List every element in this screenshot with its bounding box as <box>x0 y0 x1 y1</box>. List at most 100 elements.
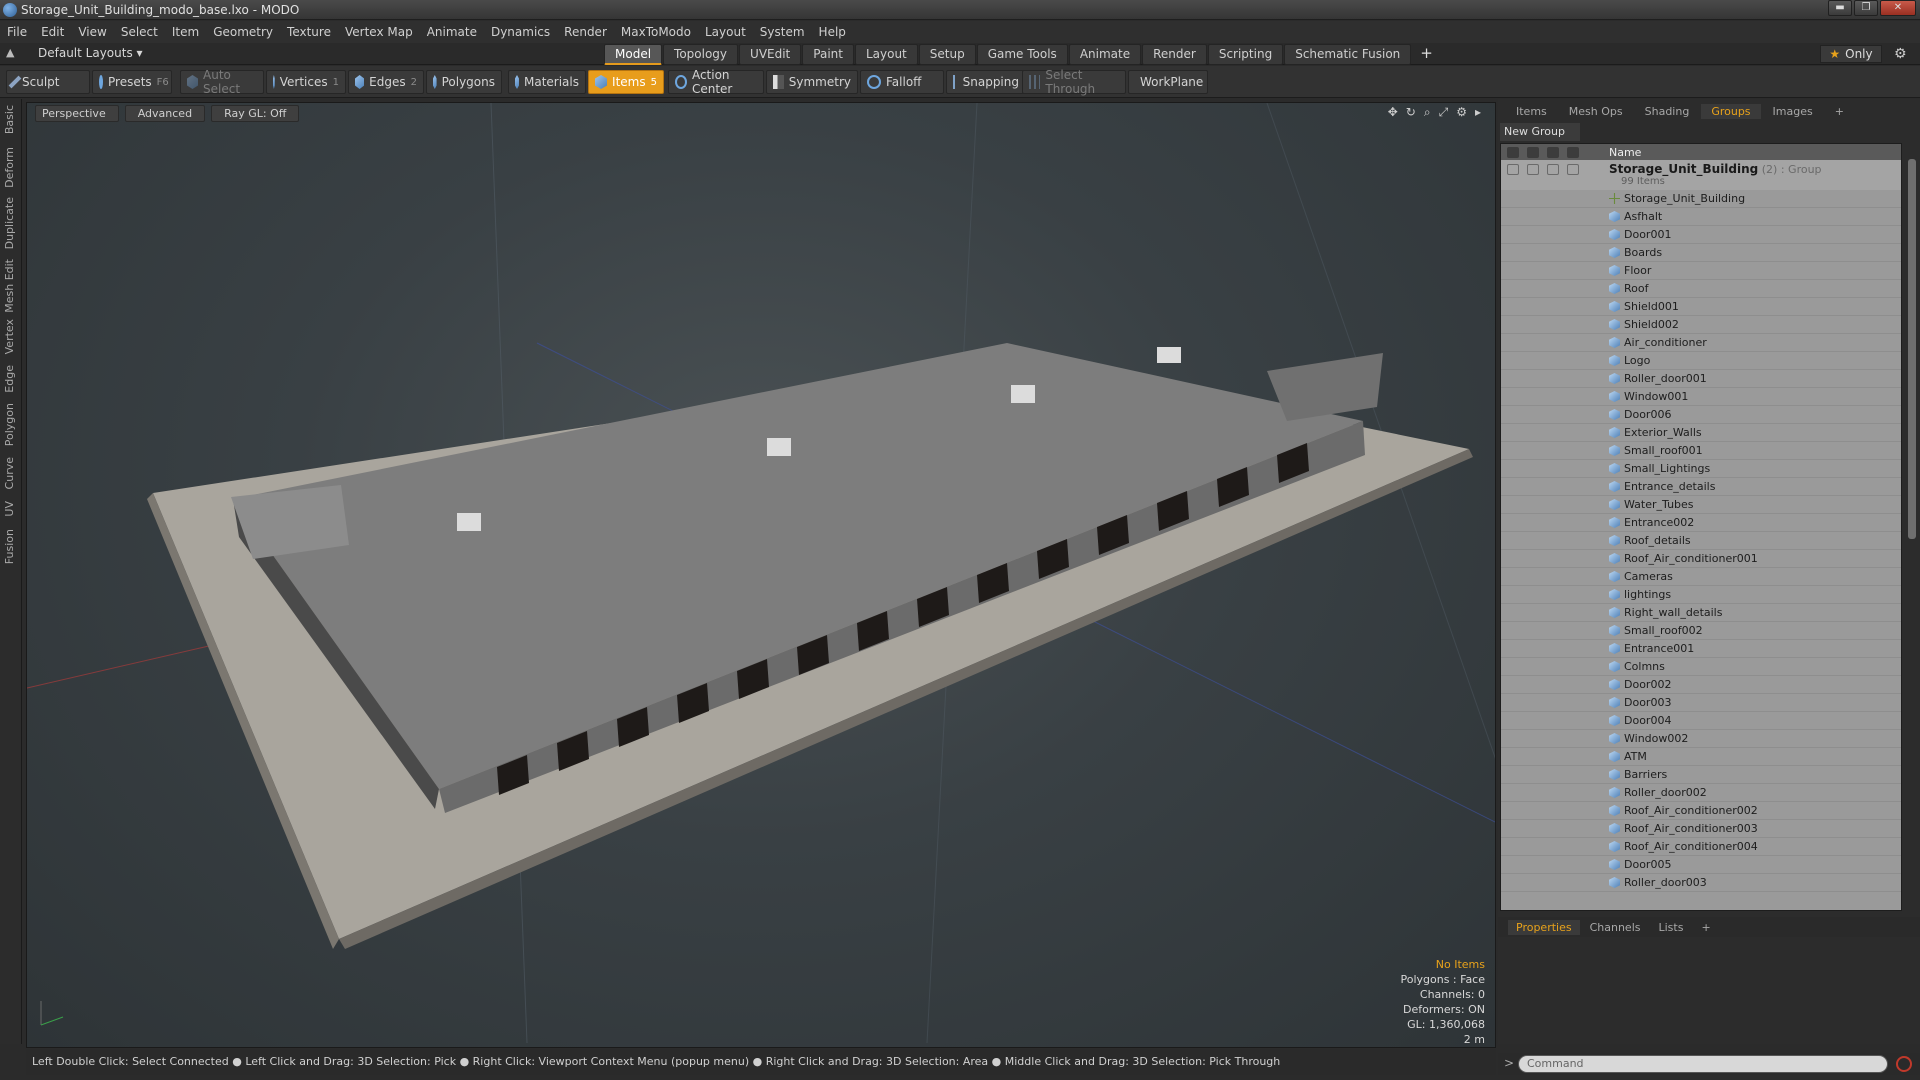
list-item[interactable]: Roller_door002 <box>1501 784 1901 802</box>
tab-schematic-fusion[interactable]: Schematic Fusion <box>1284 44 1412 65</box>
list-item[interactable]: Asfhalt <box>1501 208 1901 226</box>
sidetab-fusion[interactable]: Fusion <box>3 529 19 564</box>
list-item[interactable]: Small_roof002 <box>1501 622 1901 640</box>
select-column-icon[interactable] <box>1567 146 1579 158</box>
lock-toggle-icon[interactable] <box>1547 164 1559 175</box>
polygons-button[interactable]: Polygons <box>426 70 502 94</box>
viewport-menu-icon[interactable]: ▸ <box>1475 105 1481 120</box>
list-item[interactable]: Floor <box>1501 262 1901 280</box>
render-column-icon[interactable] <box>1527 146 1539 158</box>
list-item[interactable]: Window002 <box>1501 730 1901 748</box>
list-item[interactable]: Window001 <box>1501 388 1901 406</box>
new-group-button[interactable]: New Group <box>1500 123 1580 141</box>
sidetab-mesh-edit[interactable]: Mesh Edit <box>3 259 19 313</box>
list-item[interactable]: Air_conditioner <box>1501 334 1901 352</box>
menu-file[interactable]: File <box>0 25 34 39</box>
record-macro-icon[interactable] <box>1896 1056 1912 1072</box>
sculpt-button[interactable]: Sculpt <box>6 70 90 94</box>
tab-groups[interactable]: Groups <box>1701 103 1761 119</box>
workplane-button[interactable]: WorkPlane <box>1128 70 1208 94</box>
ray-gl-toggle[interactable]: Ray GL: Off <box>211 105 300 122</box>
tab-shading[interactable]: Shading <box>1635 104 1700 119</box>
default-layouts-dropdown[interactable]: Default Layouts ▾ <box>38 46 143 60</box>
sidetab-basic[interactable]: Basic <box>3 105 19 134</box>
list-item[interactable]: Entrance001 <box>1501 640 1901 658</box>
list-item[interactable]: Door006 <box>1501 406 1901 424</box>
only-button[interactable]: ★ Only <box>1820 45 1882 63</box>
list-item[interactable]: Roof_Air_conditioner001 <box>1501 550 1901 568</box>
tab-topology[interactable]: Topology <box>663 44 739 65</box>
list-item[interactable]: Right_wall_details <box>1501 604 1901 622</box>
tab-game-tools[interactable]: Game Tools <box>976 44 1068 65</box>
materials-button[interactable]: Materials <box>508 70 586 94</box>
falloff-button[interactable]: Falloff <box>860 70 944 94</box>
sidetab-polygon[interactable]: Polygon <box>3 403 19 446</box>
symmetry-button[interactable]: Symmetry <box>766 70 858 94</box>
sidetab-vertex[interactable]: Vertex <box>3 319 19 354</box>
tab-uvedit[interactable]: UVEdit <box>739 44 802 65</box>
tab-setup[interactable]: Setup <box>918 44 976 65</box>
menu-vertex-map[interactable]: Vertex Map <box>338 25 420 39</box>
menu-geometry[interactable]: Geometry <box>206 25 280 39</box>
list-item[interactable]: Entrance002 <box>1501 514 1901 532</box>
3d-viewport[interactable]: Perspective Advanced Ray GL: Off ✥ ↻ ⌕ ⤢… <box>26 102 1496 1048</box>
maximize-button[interactable]: ❐ <box>1854 0 1878 16</box>
list-item[interactable]: Roof <box>1501 280 1901 298</box>
list-item[interactable]: Roof_Air_conditioner003 <box>1501 820 1901 838</box>
auto-select-button[interactable]: Auto Select <box>180 68 264 96</box>
list-item[interactable]: Colmns <box>1501 658 1901 676</box>
list-item[interactable]: Shield002 <box>1501 316 1901 334</box>
tab-layout[interactable]: Layout <box>854 44 918 65</box>
tab-paint[interactable]: Paint <box>802 44 854 65</box>
lock-column-icon[interactable] <box>1547 146 1559 158</box>
advanced-dropdown[interactable]: Advanced <box>124 105 206 122</box>
sidetab-deform[interactable]: Deform <box>3 147 19 188</box>
tab-lists[interactable]: Lists <box>1651 920 1692 935</box>
menu-help[interactable]: Help <box>812 25 853 39</box>
menu-select[interactable]: Select <box>114 25 165 39</box>
tab-images[interactable]: Images <box>1763 104 1823 119</box>
select-through-button[interactable]: Select Through <box>1022 68 1126 96</box>
menu-system[interactable]: System <box>753 25 812 39</box>
items-button[interactable]: Items 5 <box>588 70 664 94</box>
layout-expand-icon[interactable]: ▲ <box>6 46 22 62</box>
list-item[interactable]: lightings <box>1501 586 1901 604</box>
add-tab-button[interactable]: + <box>1412 44 1441 65</box>
menu-dynamics[interactable]: Dynamics <box>484 25 557 39</box>
eye-toggle-icon[interactable] <box>1507 164 1519 175</box>
sidetab-curve[interactable]: Curve <box>3 457 19 489</box>
tab-mesh-ops[interactable]: Mesh Ops <box>1559 104 1633 119</box>
group-row[interactable]: Storage_Unit_Building (2) : Group 99 Ite… <box>1501 160 1901 190</box>
action-center-button[interactable]: Action Center <box>668 68 764 96</box>
gear-icon[interactable]: ⚙ <box>1894 46 1907 62</box>
list-item[interactable]: ATM <box>1501 748 1901 766</box>
list-item[interactable]: Roller_door001 <box>1501 370 1901 388</box>
list-item[interactable]: Door003 <box>1501 694 1901 712</box>
sidetab-duplicate[interactable]: Duplicate <box>3 197 19 249</box>
snapping-button[interactable]: Snapping <box>946 70 1026 94</box>
minimize-button[interactable]: ▬ <box>1828 0 1852 16</box>
edges-button[interactable]: Edges 2 <box>348 70 424 94</box>
menu-view[interactable]: View <box>71 25 113 39</box>
menu-animate[interactable]: Animate <box>420 25 484 39</box>
render-toggle-icon[interactable] <box>1527 164 1539 175</box>
select-toggle-icon[interactable] <box>1567 164 1579 175</box>
eye-column-icon[interactable] <box>1507 146 1519 158</box>
add-panel-tab-button[interactable]: + <box>1825 104 1854 119</box>
list-item[interactable]: Storage_Unit_Building <box>1501 190 1901 208</box>
add-properties-tab-button[interactable]: + <box>1693 920 1718 935</box>
list-item[interactable]: Roof_Air_conditioner002 <box>1501 802 1901 820</box>
list-item[interactable]: Roller_door003 <box>1501 874 1901 892</box>
vertices-button[interactable]: Vertices 1 <box>266 70 346 94</box>
list-item[interactable]: Small_Lightings <box>1501 460 1901 478</box>
list-item[interactable]: Shield001 <box>1501 298 1901 316</box>
menu-edit[interactable]: Edit <box>34 25 71 39</box>
tab-properties[interactable]: Properties <box>1508 919 1580 935</box>
menu-render[interactable]: Render <box>557 25 614 39</box>
menu-item[interactable]: Item <box>165 25 206 39</box>
list-item[interactable]: Exterior_Walls <box>1501 424 1901 442</box>
list-item[interactable]: Door002 <box>1501 676 1901 694</box>
list-item[interactable]: Roof_details <box>1501 532 1901 550</box>
list-item[interactable]: Boards <box>1501 244 1901 262</box>
tab-animate[interactable]: Animate <box>1068 44 1142 65</box>
